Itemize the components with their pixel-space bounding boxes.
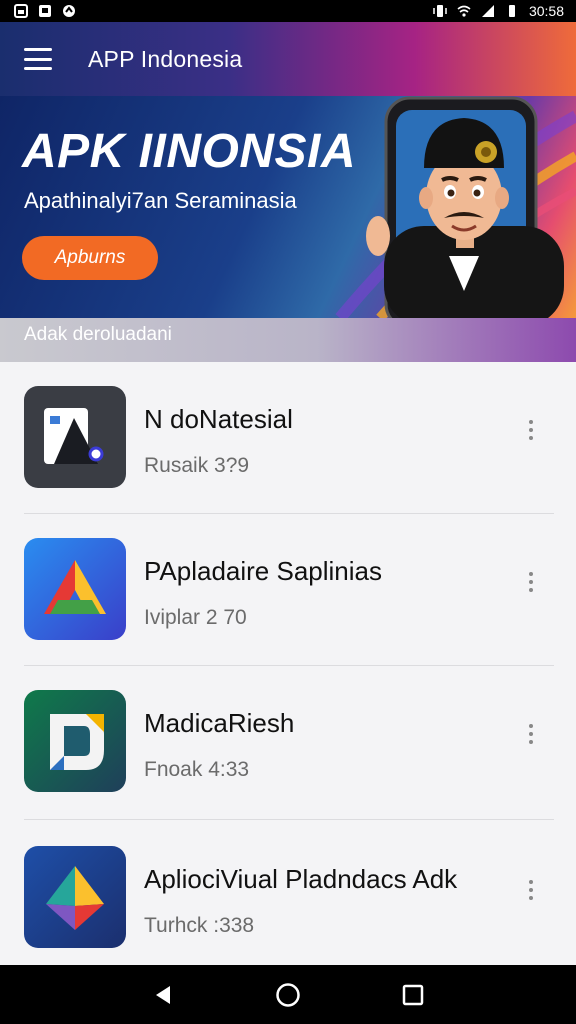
white-a-logo-icon: [24, 386, 126, 488]
status-left-icons: [14, 4, 76, 18]
menu-icon[interactable]: [24, 48, 52, 70]
app-name: ApliociViual Pladndacs Adk: [144, 864, 458, 894]
more-options-icon[interactable]: [516, 562, 546, 602]
banner-headline: APK IINONSIA: [22, 125, 357, 178]
more-options-icon[interactable]: [516, 714, 546, 754]
mascot-illustration: [366, 96, 564, 318]
recents-icon[interactable]: [398, 980, 428, 1010]
gallery-icon: [14, 4, 28, 18]
cube-d-logo-icon: [24, 690, 126, 792]
home-icon[interactable]: [273, 980, 303, 1010]
signal-icon: [481, 5, 494, 17]
app-meta: Iviplar 2 70: [144, 606, 247, 629]
back-icon[interactable]: [148, 980, 178, 1010]
message-icon: [39, 5, 51, 17]
app-name: N doNatesial: [144, 404, 293, 434]
app-name: PApladaire Saplinias: [144, 556, 382, 586]
app-list: N doNatesial Rusaik 3?9 PApladaire Sapli…: [0, 362, 576, 965]
status-right-icons: 30:58: [433, 3, 564, 19]
list-item[interactable]: PApladaire Saplinias Iviplar 2 70: [0, 514, 576, 666]
colorful-triangle-logo-icon: [24, 538, 126, 640]
app-name: MadicaRiesh: [144, 708, 295, 738]
promo-banner[interactable]: APK IINONSIA Apathinalyi7an Seraminasia …: [0, 96, 576, 318]
app-meta: Rusaik 3?9: [144, 454, 250, 477]
battery-icon: [508, 5, 515, 17]
banner-subtitle: Apathinalyi7an Seraminasia: [24, 188, 297, 213]
app-meta: Fnoak 4:33: [144, 758, 250, 781]
vibrate-icon: [433, 5, 447, 17]
divider: [24, 819, 554, 820]
status-bar: 30:58: [0, 0, 576, 22]
app-title: APP Indonesia: [88, 45, 243, 72]
app-meta: Turhck :338: [144, 914, 255, 937]
section-header: Adak deroluadani: [0, 318, 576, 362]
more-options-icon[interactable]: [516, 870, 546, 910]
list-item[interactable]: ApliociViual Pladndacs Adk Turhck :338: [0, 822, 576, 974]
sync-icon: [63, 5, 75, 17]
navigation-bar: [0, 965, 576, 1024]
banner-cta-button[interactable]: Apburns: [22, 236, 158, 280]
list-item[interactable]: MadicaRiesh Fnoak 4:33: [0, 666, 576, 818]
status-time: 30:58: [528, 3, 564, 19]
more-options-icon[interactable]: [516, 410, 546, 450]
wifi-icon: [457, 5, 471, 17]
triangle-gem-logo-icon: [24, 846, 126, 948]
app-bar: APP Indonesia: [0, 22, 576, 96]
list-item[interactable]: N doNatesial Rusaik 3?9: [0, 362, 576, 514]
